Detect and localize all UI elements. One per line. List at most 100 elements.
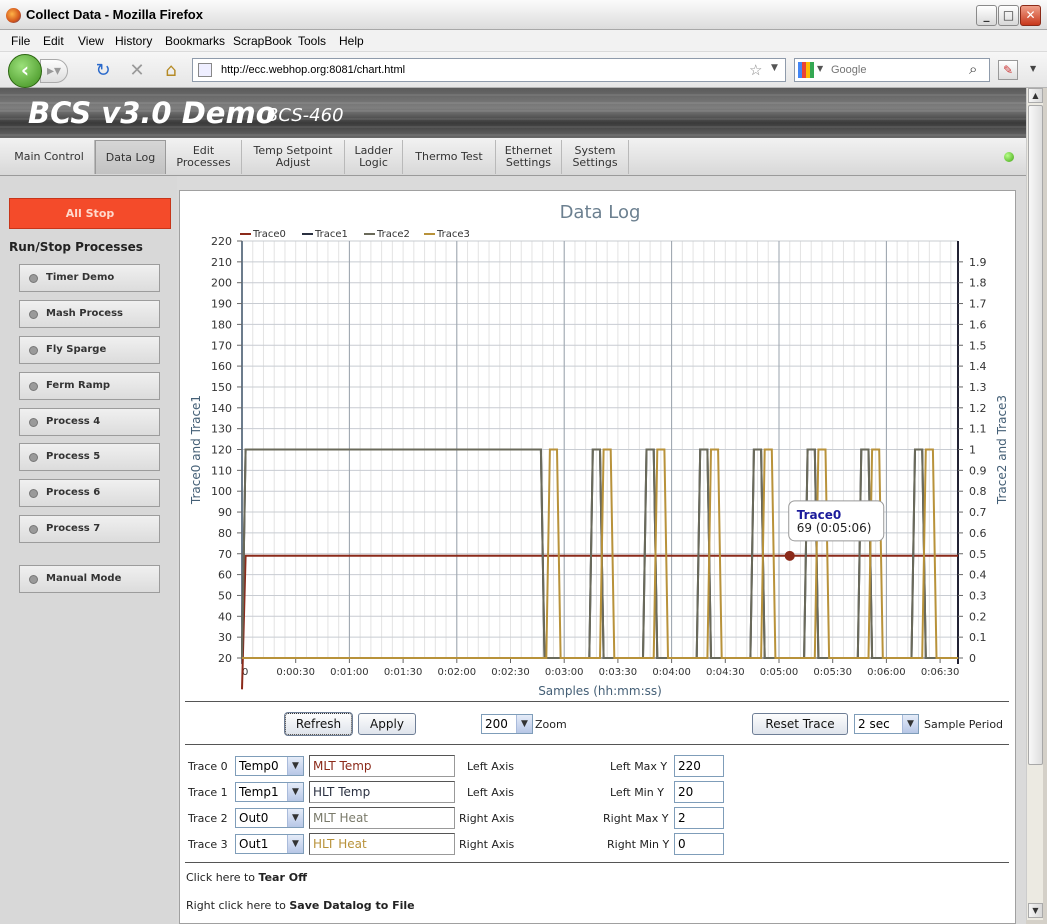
right-tick-label: 0 — [969, 652, 976, 665]
trace-name-input[interactable]: HLT Temp — [309, 781, 455, 803]
menu-tools[interactable]: Tools — [298, 34, 326, 48]
tab-temp-setpoint-adjust[interactable]: Temp Setpoint Adjust — [242, 140, 345, 174]
right-tick-label: 0.7 — [969, 506, 987, 519]
process-button-mash-process[interactable]: Mash Process — [19, 300, 160, 328]
menu-edit[interactable]: Edit — [43, 34, 64, 48]
apply-button[interactable]: Apply — [358, 713, 416, 735]
trace-limit-input[interactable]: 220 — [674, 755, 724, 777]
trace-limit-input[interactable]: 20 — [674, 781, 724, 803]
toolbar-overflow-icon[interactable]: ▼ — [1030, 64, 1036, 73]
trace-source-value: Temp0 — [239, 759, 279, 773]
refresh-button[interactable]: Refresh — [284, 712, 353, 736]
chevron-down-icon: ▼ — [516, 715, 532, 733]
stop-icon[interactable]: ✕ — [126, 60, 148, 82]
left-tick-label: 150 — [211, 381, 232, 394]
search-icon[interactable]: ⌕ — [969, 60, 977, 78]
left-tick-label: 220 — [211, 235, 232, 248]
search-input[interactable] — [831, 64, 961, 76]
url-dropdown-icon[interactable]: ▼ — [771, 63, 778, 73]
process-button-process-7[interactable]: Process 7 — [19, 515, 160, 543]
legend-entry: Trace0 — [252, 229, 286, 240]
tab-system-settings[interactable]: System Settings — [562, 140, 629, 174]
legend-entry: Trace1 — [314, 229, 348, 240]
menu-view[interactable]: View — [78, 34, 104, 48]
x-tick-label: 0:06:30 — [921, 667, 960, 678]
x-tick-label: 0:02:00 — [438, 667, 477, 678]
tab-label: Temp Setpoint Adjust — [253, 144, 333, 169]
scrapbook-icon[interactable]: ✎ — [998, 60, 1018, 80]
left-tick-label: 20 — [218, 652, 232, 665]
url-bar[interactable]: http://ecc.webhop.org:8081/chart.html ☆ … — [192, 58, 786, 82]
process-button-fly-sparge[interactable]: Fly Sparge — [19, 336, 160, 364]
trace-source-select[interactable]: Temp1 ▼ — [235, 782, 304, 802]
reload-icon[interactable]: ↻ — [92, 60, 114, 82]
trace-limit-input[interactable]: 2 — [674, 807, 724, 829]
engine-dropdown-icon[interactable]: ▼ — [817, 64, 823, 73]
tooltip-point[interactable] — [784, 550, 795, 561]
scroll-up-icon[interactable]: ▲ — [1028, 88, 1043, 103]
menu-history[interactable]: History — [115, 34, 152, 48]
tab-thermo-test[interactable]: Thermo Test — [403, 140, 496, 174]
close-window-button[interactable]: ✕ — [1020, 5, 1041, 26]
process-button-ferm-ramp[interactable]: Ferm Ramp — [19, 372, 160, 400]
trace-source-select[interactable]: Temp0 ▼ — [235, 756, 304, 776]
x-tick-label: 0:02:30 — [491, 667, 530, 678]
trace-label: Trace 3 — [188, 838, 228, 851]
process-button-process-6[interactable]: Process 6 — [19, 479, 160, 507]
trace-source-value: Temp1 — [239, 785, 279, 799]
page-scrollbar[interactable]: ▲ ▼ — [1026, 88, 1043, 920]
menu-scrapbook[interactable]: ScrapBook — [233, 34, 292, 48]
save-datalog-prefix: Right click here to — [186, 899, 290, 912]
chevron-down-icon: ▼ — [287, 835, 303, 853]
tab-edit-processes[interactable]: Edit Processes — [166, 140, 242, 174]
tear-off-link[interactable]: Click here to Tear Off — [186, 871, 307, 884]
chevron-down-icon: ▼ — [287, 757, 303, 775]
tab-data-log[interactable]: Data Log — [95, 140, 166, 174]
scroll-down-icon[interactable]: ▼ — [1028, 903, 1043, 918]
process-button-process-5[interactable]: Process 5 — [19, 443, 160, 471]
menu-file[interactable]: File — [11, 34, 30, 48]
tab-label: Edit Processes — [176, 144, 231, 169]
tab-ladder-logic[interactable]: Ladder Logic — [345, 140, 403, 174]
left-tick-label: 90 — [218, 506, 232, 519]
menu-bar: File Edit View History Bookmarks ScrapBo… — [0, 30, 1047, 52]
status-dot-icon — [29, 274, 38, 283]
scrollbar-thumb[interactable] — [1028, 105, 1043, 765]
firefox-logo-icon — [6, 8, 21, 23]
process-button-timer-demo[interactable]: Timer Demo — [19, 264, 160, 292]
trace-name-input[interactable]: MLT Temp — [309, 755, 455, 777]
process-button-process-4[interactable]: Process 4 — [19, 408, 160, 436]
back-arrow-icon[interactable]: ‹ — [8, 54, 42, 88]
all-stop-button[interactable]: All Stop — [9, 198, 171, 229]
right-tick-label: 1.4 — [969, 360, 987, 373]
menu-bookmarks[interactable]: Bookmarks — [165, 34, 225, 48]
trace-limit-input[interactable]: 0 — [674, 833, 724, 855]
app-model: BCS-460 — [266, 105, 344, 126]
app-title: BCS v3.0 Demo — [28, 96, 276, 130]
google-engine-icon[interactable] — [798, 62, 814, 78]
zoom-select[interactable]: 200 ▼ — [481, 714, 533, 734]
sample-period-select[interactable]: 2 sec ▼ — [854, 714, 919, 734]
bookmark-star-icon[interactable]: ☆ — [749, 61, 762, 79]
trace-source-select[interactable]: Out0 ▼ — [235, 808, 304, 828]
trace-source-select[interactable]: Out1 ▼ — [235, 834, 304, 854]
save-datalog-link[interactable]: Right click here to Save Datalog to File — [186, 899, 415, 912]
data-log-chart[interactable]: 20 30 40 50 60 70 80 90 100 110 120 130 140 150 160 170… — [180, 195, 1015, 700]
minimize-button[interactable]: _ — [976, 5, 997, 26]
search-bar[interactable]: ▼ ⌕ — [794, 58, 990, 82]
forward-arrow-icon[interactable]: ▸▾ — [40, 59, 68, 83]
x-tick-label: 0:00:30 — [276, 667, 315, 678]
tab-ethernet-settings[interactable]: Ethernet Settings — [496, 140, 562, 174]
tear-off-bold: Tear Off — [258, 871, 307, 884]
menu-help[interactable]: Help — [339, 34, 364, 48]
trace-name-input[interactable]: MLT Heat — [309, 807, 455, 829]
maximize-button[interactable]: □ — [998, 5, 1019, 26]
url-text[interactable]: http://ecc.webhop.org:8081/chart.html — [221, 64, 405, 76]
manual-mode-button[interactable]: Manual Mode — [19, 565, 160, 593]
trace-limit-label: Left Min Y — [610, 786, 664, 799]
trace-name-input[interactable]: HLT Heat — [309, 833, 455, 855]
home-icon[interactable]: ⌂ — [160, 60, 182, 82]
tab-main-control[interactable]: Main Control — [4, 140, 95, 174]
reset-trace-button[interactable]: Reset Trace — [752, 713, 848, 735]
process-label: Process 4 — [46, 416, 101, 427]
